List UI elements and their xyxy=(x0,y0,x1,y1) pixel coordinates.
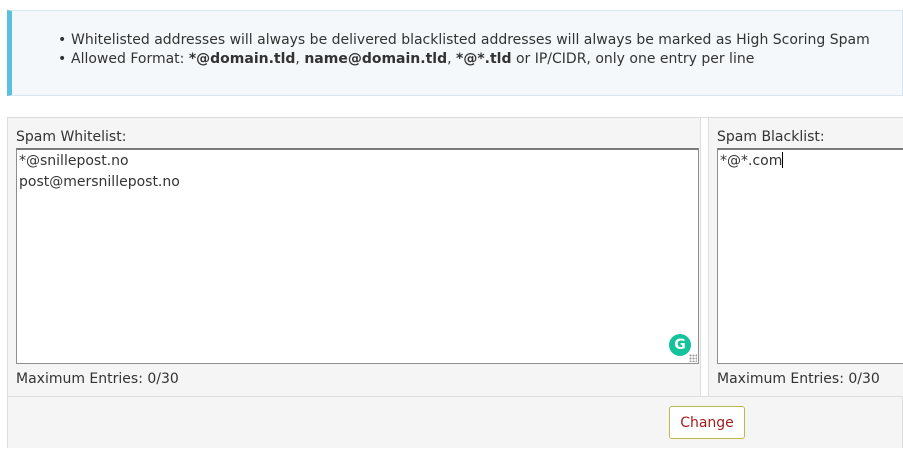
format-prefix: Allowed Format: xyxy=(71,51,189,67)
blacklist-max-entries: Maximum Entries: 0/30 xyxy=(717,371,880,387)
blacklist-entry: *@*.com xyxy=(720,151,903,172)
info-item-delivery: Whitelisted addresses will always be del… xyxy=(58,31,870,50)
info-delivery-text: Whitelisted addresses will always be del… xyxy=(71,32,870,48)
form-actions: Change xyxy=(8,396,902,448)
blacklist-column: Spam Blacklist: *@*.com Maximum Entries:… xyxy=(708,118,903,396)
blacklist-label: Spam Blacklist: xyxy=(717,129,825,145)
info-list: Whitelisted addresses will always be del… xyxy=(58,31,870,69)
whitelist-max-entries: Maximum Entries: 0/30 xyxy=(16,371,179,387)
format-separator: , xyxy=(447,51,457,67)
format-suffix: or IP/CIDR, only one entry per line xyxy=(511,51,755,67)
format-example-wildcard: *@domain.tld xyxy=(188,51,296,67)
blacklist-entry-text: *@*.com xyxy=(720,153,783,169)
change-button[interactable]: Change xyxy=(669,406,745,439)
format-example-name: name@domain.tld xyxy=(304,51,448,67)
blacklist-textarea[interactable]: *@*.com xyxy=(717,148,903,364)
format-example-tld: *@*.tld xyxy=(456,51,512,67)
whitelist-label: Spam Whitelist: xyxy=(16,129,127,145)
whitelist-entry: post@mersnillepost.no xyxy=(19,174,180,190)
info-notice: Whitelisted addresses will always be del… xyxy=(7,10,903,96)
grammarly-icon[interactable]: G xyxy=(669,334,691,356)
whitelist-column: Spam Whitelist: *@snillepost.no post@mer… xyxy=(8,118,701,396)
info-item-format: Allowed Format: *@domain.tld, name@domai… xyxy=(58,50,870,69)
format-separator: , xyxy=(295,51,305,67)
whitelist-entry: *@snillepost.no xyxy=(19,153,129,169)
text-caret xyxy=(782,152,784,168)
resize-grip-icon[interactable] xyxy=(689,354,697,362)
spam-list-form: Spam Whitelist: *@snillepost.no post@mer… xyxy=(7,117,903,448)
whitelist-textarea[interactable]: *@snillepost.no post@mersnillepost.no G xyxy=(16,148,699,364)
